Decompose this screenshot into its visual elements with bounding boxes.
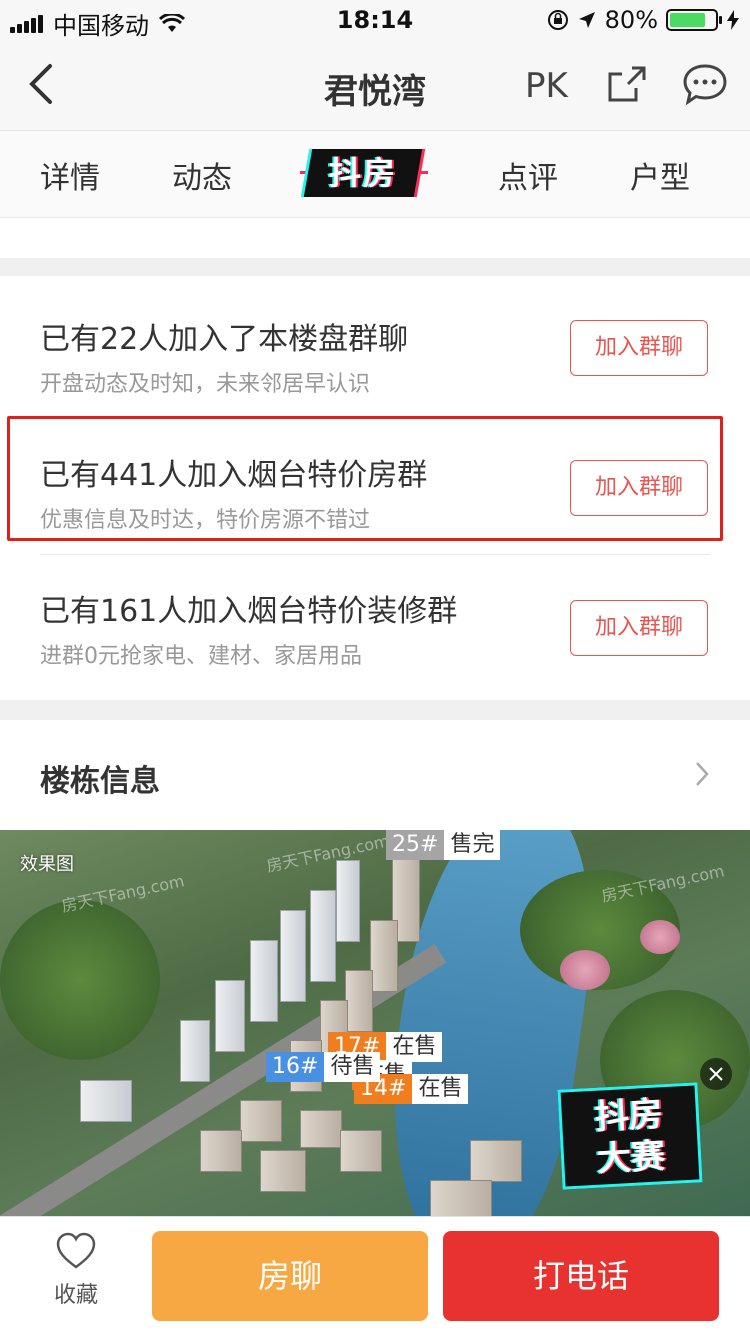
watermark: 房天下Fang.com	[264, 831, 392, 876]
building-number: 16#	[266, 1052, 325, 1082]
call-button[interactable]: 打电话	[443, 1231, 719, 1321]
spacer	[0, 218, 750, 258]
tower-building	[345, 970, 373, 1032]
lowrise-building	[260, 1150, 306, 1192]
tower-building	[336, 860, 360, 942]
douyin-contest-badge[interactable]: 抖房 大赛	[557, 1082, 703, 1190]
blossom-tree	[560, 950, 610, 990]
building-info-header[interactable]: 楼栋信息	[0, 720, 750, 830]
group-subtitle: 开盘动态及时知，未来邻居早认识	[40, 372, 371, 397]
douyin-logo-text: 抖房	[328, 154, 397, 192]
section-divider	[0, 700, 750, 720]
pk-button[interactable]: PK	[525, 66, 568, 106]
promo-line: 抖房	[593, 1094, 664, 1138]
charging-icon	[727, 10, 739, 30]
tab-details[interactable]: 详情	[40, 153, 100, 197]
location-icon	[578, 12, 595, 28]
sale-status: 在售	[386, 1032, 443, 1062]
building-tag[interactable]: 16# 待售	[266, 1052, 381, 1082]
heart-icon	[56, 1232, 96, 1269]
group-chat-item: 已有22人加入了本楼盘群聊 开盘动态及时知，未来邻居早认识 加入群聊	[0, 276, 750, 416]
highlight-box	[7, 416, 723, 541]
orientation-lock-icon	[547, 10, 568, 30]
section-divider	[0, 258, 750, 276]
lowrise-building	[470, 1140, 522, 1182]
close-icon[interactable]	[700, 1058, 732, 1090]
favorite-button[interactable]: 收藏	[40, 1231, 112, 1309]
lowrise-building	[430, 1180, 492, 1216]
tower-building	[250, 940, 278, 1022]
battery-icon	[666, 9, 722, 31]
clubhouse-building	[80, 1080, 132, 1122]
rendering-label: 效果图	[20, 854, 74, 875]
group-chat-item: 已有161人加入烟台特价装修群 进群0元抢家电、建材、家居用品 加入群聊	[0, 556, 750, 696]
group-subtitle: 进群0元抢家电、建材、家居用品	[40, 644, 362, 669]
sale-status: 售完	[444, 830, 501, 860]
divider	[40, 554, 710, 555]
lowrise-building	[240, 1100, 282, 1142]
share-icon[interactable]	[606, 64, 648, 104]
lowrise-building	[300, 1110, 342, 1148]
battery-percent: 80%	[604, 6, 658, 34]
watermark: 房天下Fang.com	[59, 871, 187, 916]
tab-floor-plans[interactable]: 户型	[630, 153, 690, 197]
join-group-button[interactable]: 加入群聊	[570, 320, 708, 376]
status-right: 80%	[547, 6, 740, 34]
bottom-action-bar: 收藏 房聊 打电话	[0, 1216, 750, 1335]
promo-line: 大赛	[596, 1136, 667, 1180]
tower-building	[215, 980, 245, 1052]
chevron-right-icon	[696, 762, 709, 786]
navigation-bar: 君悦湾 PK	[0, 40, 750, 131]
tab-reviews[interactable]: 点评	[498, 153, 558, 197]
section-tabs: 详情 动态 抖房 点评 户型	[0, 131, 750, 218]
tab-douyin-house[interactable]: 抖房	[303, 149, 423, 197]
house-chat-button[interactable]: 房聊	[152, 1231, 428, 1321]
tower-building	[280, 910, 306, 1002]
tree-cluster	[0, 900, 160, 1060]
favorite-label: 收藏	[53, 1283, 98, 1308]
lowrise-building	[200, 1130, 242, 1172]
tab-news[interactable]: 动态	[172, 153, 232, 197]
tower-building	[310, 890, 336, 982]
building-tag[interactable]: 25# 售完	[386, 830, 501, 860]
group-chat-list: 已有22人加入了本楼盘群聊 开盘动态及时知，未来邻居早认识 加入群聊 已有441…	[0, 276, 750, 700]
join-group-button[interactable]: 加入群聊	[570, 600, 708, 656]
lowrise-building	[340, 1130, 382, 1172]
chat-icon[interactable]	[682, 62, 728, 106]
building-rendering-image[interactable]: 效果图 房天下Fang.com 房天下Fang.com 房天下Fang.com …	[0, 830, 750, 1216]
building-number: 25#	[386, 830, 445, 860]
tower-building	[180, 1020, 210, 1082]
sale-status: 待售	[324, 1052, 381, 1082]
status-bar: 中国移动 18:14 80%	[0, 0, 750, 40]
group-title: 已有22人加入了本楼盘群聊	[40, 322, 409, 357]
group-title: 已有161人加入烟台特价装修群	[40, 594, 458, 629]
tower-building	[370, 920, 398, 992]
sale-status: 在售	[412, 1074, 469, 1104]
blossom-tree	[640, 920, 680, 954]
building-info-title: 楼栋信息	[40, 764, 160, 799]
